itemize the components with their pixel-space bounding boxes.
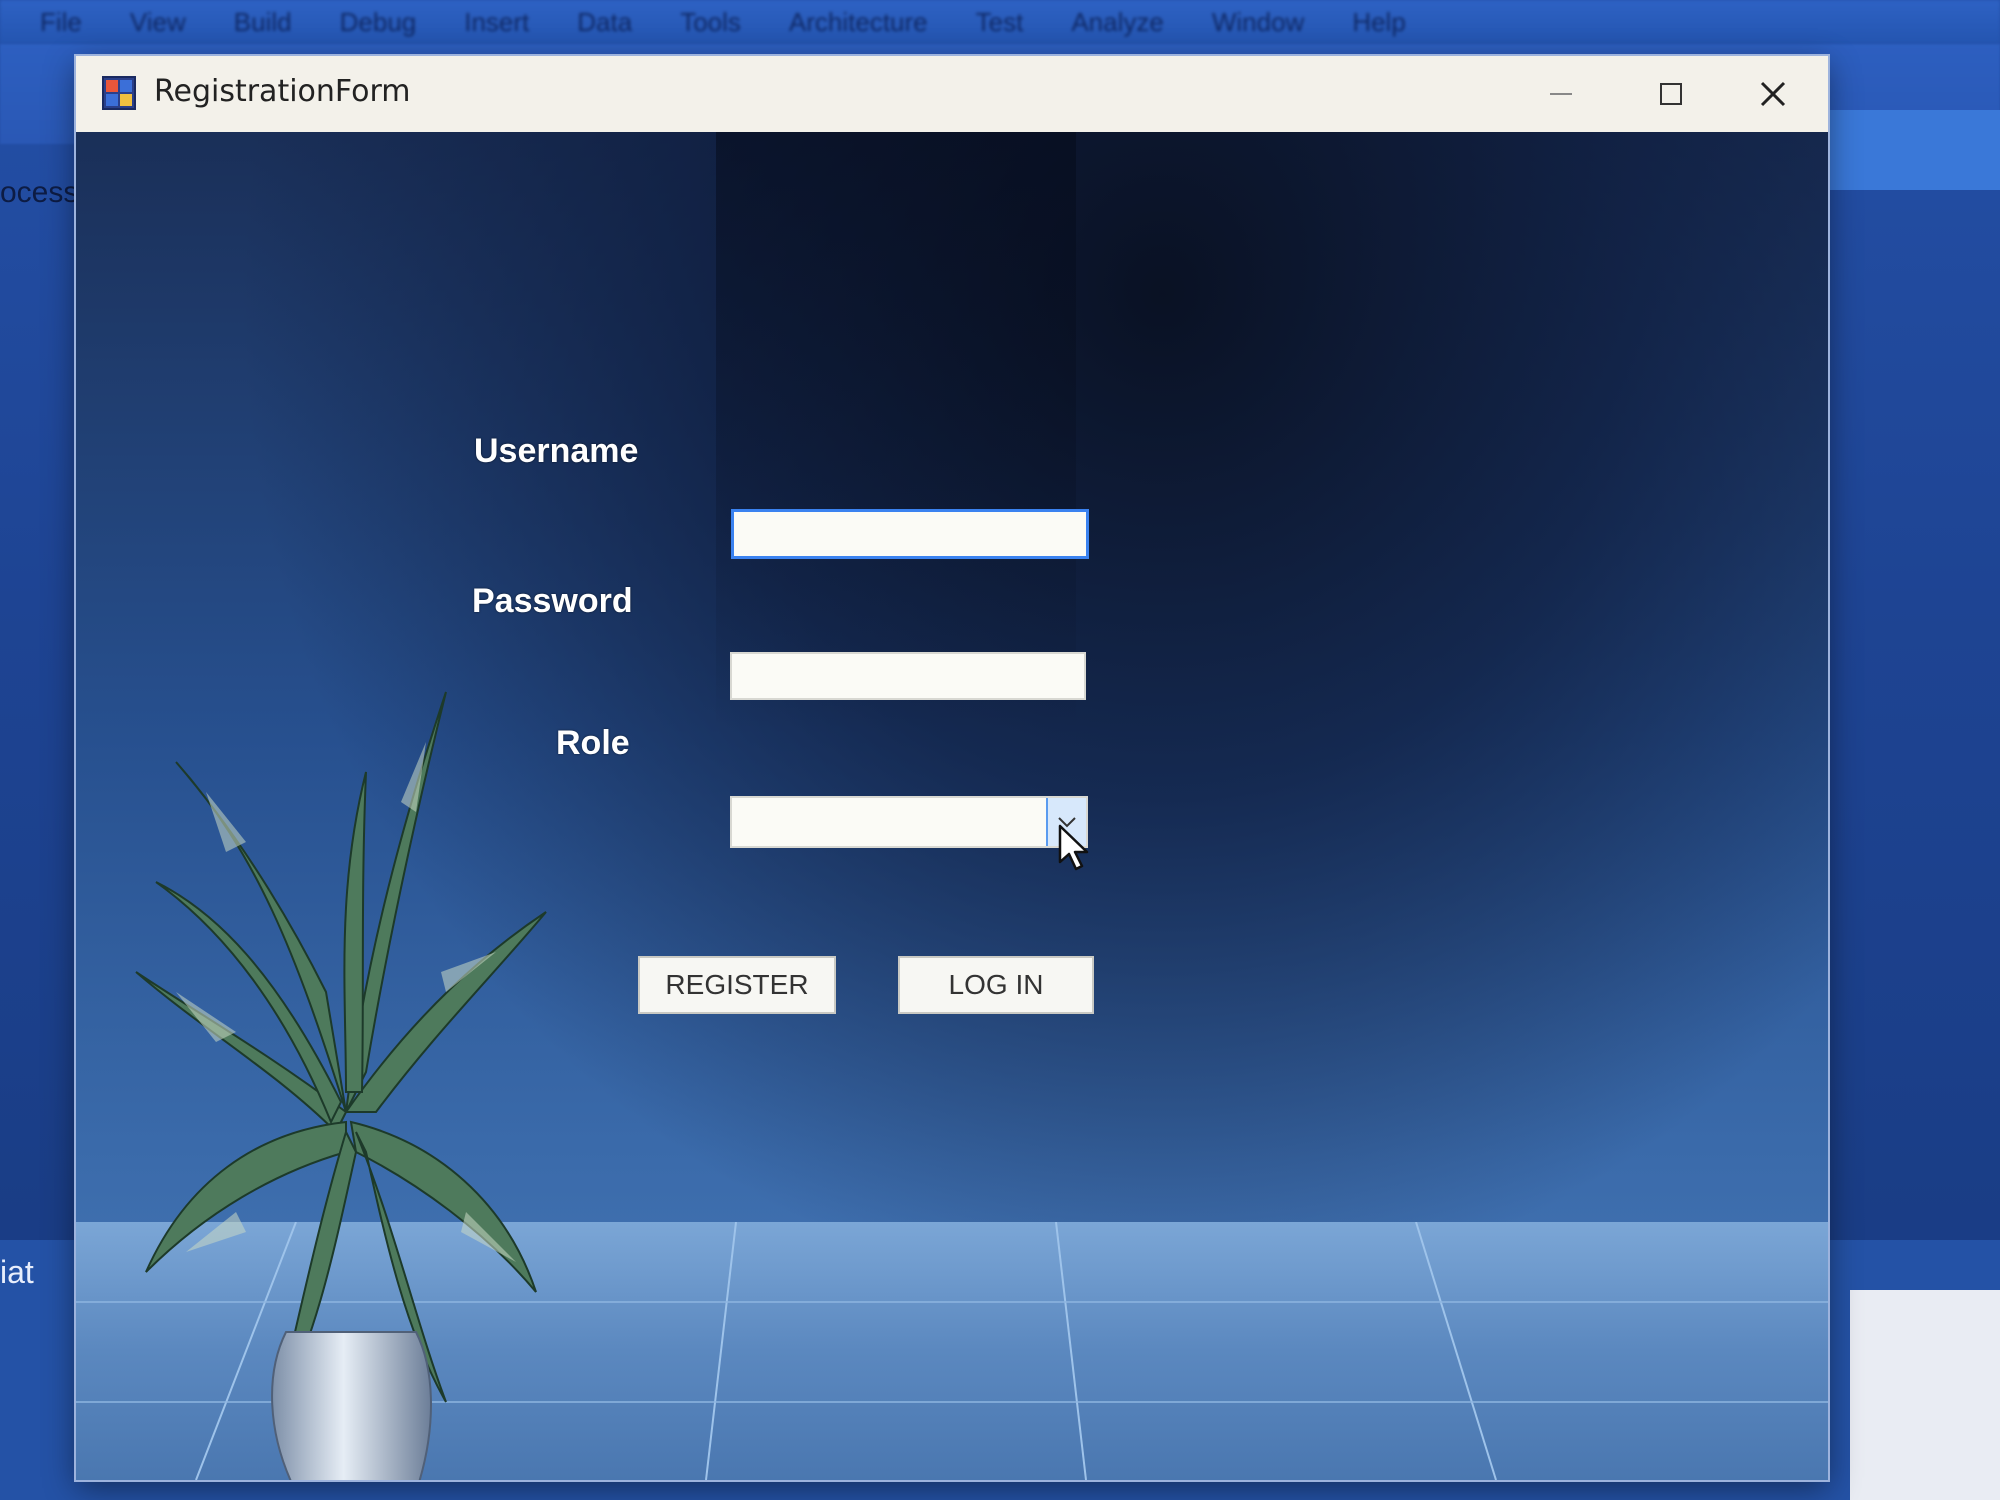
- ide-menu-item[interactable]: Tools: [680, 7, 741, 38]
- minimize-button[interactable]: [1506, 56, 1616, 132]
- register-button[interactable]: REGISTER: [638, 956, 836, 1014]
- ide-menubar: File View Build Debug Insert Data Tools …: [0, 0, 2000, 44]
- title-bar[interactable]: RegistrationForm: [76, 56, 1828, 132]
- app-icon: [102, 76, 136, 110]
- role-label: Role: [556, 724, 630, 762]
- maximize-icon: [1660, 83, 1682, 105]
- ide-menu-item[interactable]: Build: [234, 7, 292, 38]
- close-icon: [1760, 81, 1786, 107]
- potted-plant-image: [135, 691, 547, 1480]
- role-combobox[interactable]: [730, 796, 1088, 848]
- mouse-pointer-icon: [1058, 824, 1089, 871]
- maximize-button[interactable]: [1616, 56, 1726, 132]
- ide-menu-item[interactable]: File: [40, 7, 82, 38]
- ide-menu-item[interactable]: Data: [577, 7, 632, 38]
- login-button[interactable]: LOG IN: [898, 956, 1094, 1014]
- background-wall-shadow: [716, 132, 1076, 732]
- ide-menu-item[interactable]: Debug: [340, 7, 417, 38]
- form-client-area: Username Password Role REGISTER LOG IN: [76, 132, 1828, 1480]
- ide-menu-item[interactable]: Help: [1352, 7, 1405, 38]
- username-input[interactable]: [732, 510, 1088, 558]
- ide-right-panel: [1850, 1290, 2000, 1500]
- ide-bottom-label: iat: [0, 1254, 34, 1290]
- close-button[interactable]: [1718, 56, 1828, 132]
- password-label: Password: [472, 582, 633, 620]
- window-title: RegistrationForm: [154, 74, 411, 109]
- ide-menu-item[interactable]: Insert: [464, 7, 529, 38]
- password-input[interactable]: [730, 652, 1086, 700]
- ide-menu-item[interactable]: View: [130, 7, 186, 38]
- ide-menu-item[interactable]: Test: [976, 7, 1024, 38]
- username-label: Username: [474, 432, 639, 470]
- ide-toolbar-strip: [1830, 110, 2000, 190]
- ide-menu-item[interactable]: Analyze: [1071, 7, 1164, 38]
- ide-menu-item[interactable]: Architecture: [789, 7, 928, 38]
- registration-window: RegistrationForm Username Password Role …: [76, 56, 1828, 1480]
- ide-menu-item[interactable]: Window: [1212, 7, 1304, 38]
- desktop-screen: File View Build Debug Insert Data Tools …: [0, 0, 2000, 1500]
- minimize-icon: [1550, 93, 1572, 95]
- ide-side-label: ocess: [0, 176, 79, 209]
